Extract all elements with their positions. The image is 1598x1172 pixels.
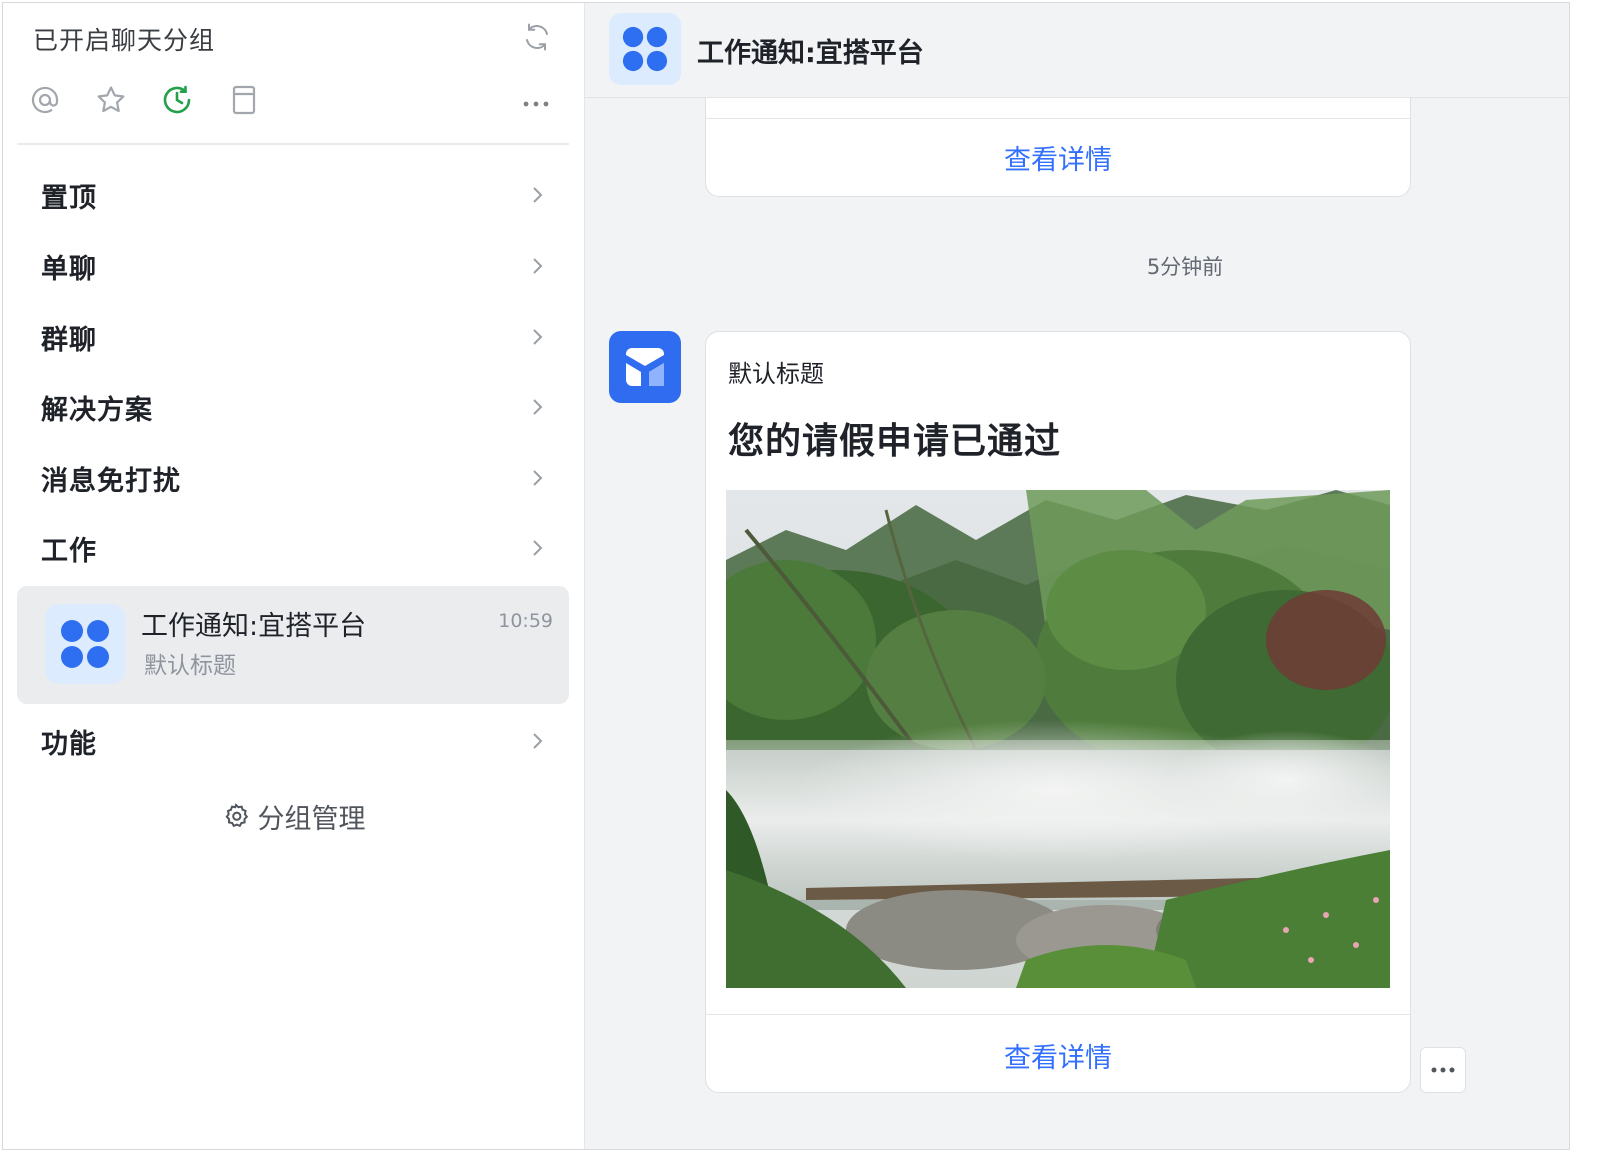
at-icon[interactable] xyxy=(28,83,62,117)
chevron-right-icon xyxy=(533,733,543,749)
card-divider xyxy=(706,118,1410,119)
clipboard-icon[interactable] xyxy=(227,83,261,117)
sidebar-toolbar xyxy=(3,83,584,123)
view-details-link[interactable]: 查看详情 xyxy=(706,138,1410,177)
group-item-solutions[interactable]: 解决方案 xyxy=(17,377,569,437)
group-item-pinned[interactable]: 置顶 xyxy=(17,165,569,225)
app-grid-icon xyxy=(622,26,668,72)
chevron-right-icon xyxy=(533,540,543,556)
chevron-right-icon xyxy=(533,258,543,274)
message-card-label: 默认标题 xyxy=(728,360,824,388)
message-image[interactable] xyxy=(726,490,1390,988)
chevron-right-icon xyxy=(533,329,543,345)
avatar xyxy=(45,604,125,684)
clock-icon[interactable] xyxy=(160,83,194,117)
avatar xyxy=(609,331,681,403)
star-icon[interactable] xyxy=(94,83,128,117)
group-label: 置顶 xyxy=(41,182,97,214)
chat-list-item-active[interactable]: 工作通知:宜搭平台 默认标题 10:59 xyxy=(17,586,569,704)
message-timestamp: 5分钟前 xyxy=(1146,255,1224,279)
group-item-mute[interactable]: 消息免打扰 xyxy=(17,448,569,508)
group-item-direct[interactable]: 单聊 xyxy=(17,236,569,296)
chat-title: 工作通知:宜搭平台 xyxy=(697,38,924,69)
yida-logo-icon xyxy=(626,348,664,386)
group-label: 消息免打扰 xyxy=(41,465,181,497)
chevron-right-icon xyxy=(533,470,543,486)
group-label: 工作 xyxy=(41,535,97,567)
group-label: 解决方案 xyxy=(41,394,153,426)
avatar xyxy=(609,13,681,85)
message-headline: 您的请假申请已通过 xyxy=(728,421,1062,462)
message-card: 默认标题 您的请假申请已通过 查看详情 xyxy=(705,331,1411,1093)
app-window: 已开启聊天分组 置顶 单聊 群聊 解决方案 消息免打扰 工作 工作通知:宜搭平台… xyxy=(2,2,1570,1150)
group-label: 功能 xyxy=(41,728,97,760)
chat-header: 工作通知:宜搭平台 xyxy=(585,3,1569,98)
app-grid-icon xyxy=(61,620,109,668)
refresh-icon[interactable] xyxy=(521,21,553,53)
group-item-groups[interactable]: 群聊 xyxy=(17,307,569,367)
group-item-features[interactable]: 功能 xyxy=(17,711,569,771)
message-more-button[interactable] xyxy=(1420,1047,1466,1093)
gear-icon xyxy=(224,803,248,828)
chevron-right-icon xyxy=(533,399,543,415)
group-manage-button[interactable]: 分组管理 xyxy=(3,791,584,841)
chat-panel: 工作通知:宜搭平台 查看详情 5分钟前 默认标题 您的请假申请已通过 查看详情 xyxy=(585,3,1569,1149)
view-details-link[interactable]: 查看详情 xyxy=(706,1036,1410,1075)
chevron-right-icon xyxy=(533,187,543,203)
chat-preview: 默认标题 xyxy=(144,653,236,679)
chat-time: 10:59 xyxy=(498,610,553,632)
more-icon xyxy=(1431,1067,1455,1073)
landscape-photo xyxy=(726,490,1390,988)
group-manage-label: 分组管理 xyxy=(257,803,366,835)
card-divider xyxy=(706,1014,1410,1015)
message-card-previous: 查看详情 xyxy=(705,98,1411,197)
group-item-work[interactable]: 工作 xyxy=(17,518,569,578)
chat-group-sidebar: 已开启聊天分组 置顶 单聊 群聊 解决方案 消息免打扰 工作 工作通知:宜搭平台… xyxy=(3,3,585,1149)
group-label: 单聊 xyxy=(41,253,97,285)
group-label: 群聊 xyxy=(41,324,97,356)
sidebar-title: 已开启聊天分组 xyxy=(33,26,216,55)
chat-name: 工作通知:宜搭平台 xyxy=(141,611,367,642)
more-icon[interactable] xyxy=(519,87,553,121)
sidebar-divider xyxy=(17,143,569,145)
